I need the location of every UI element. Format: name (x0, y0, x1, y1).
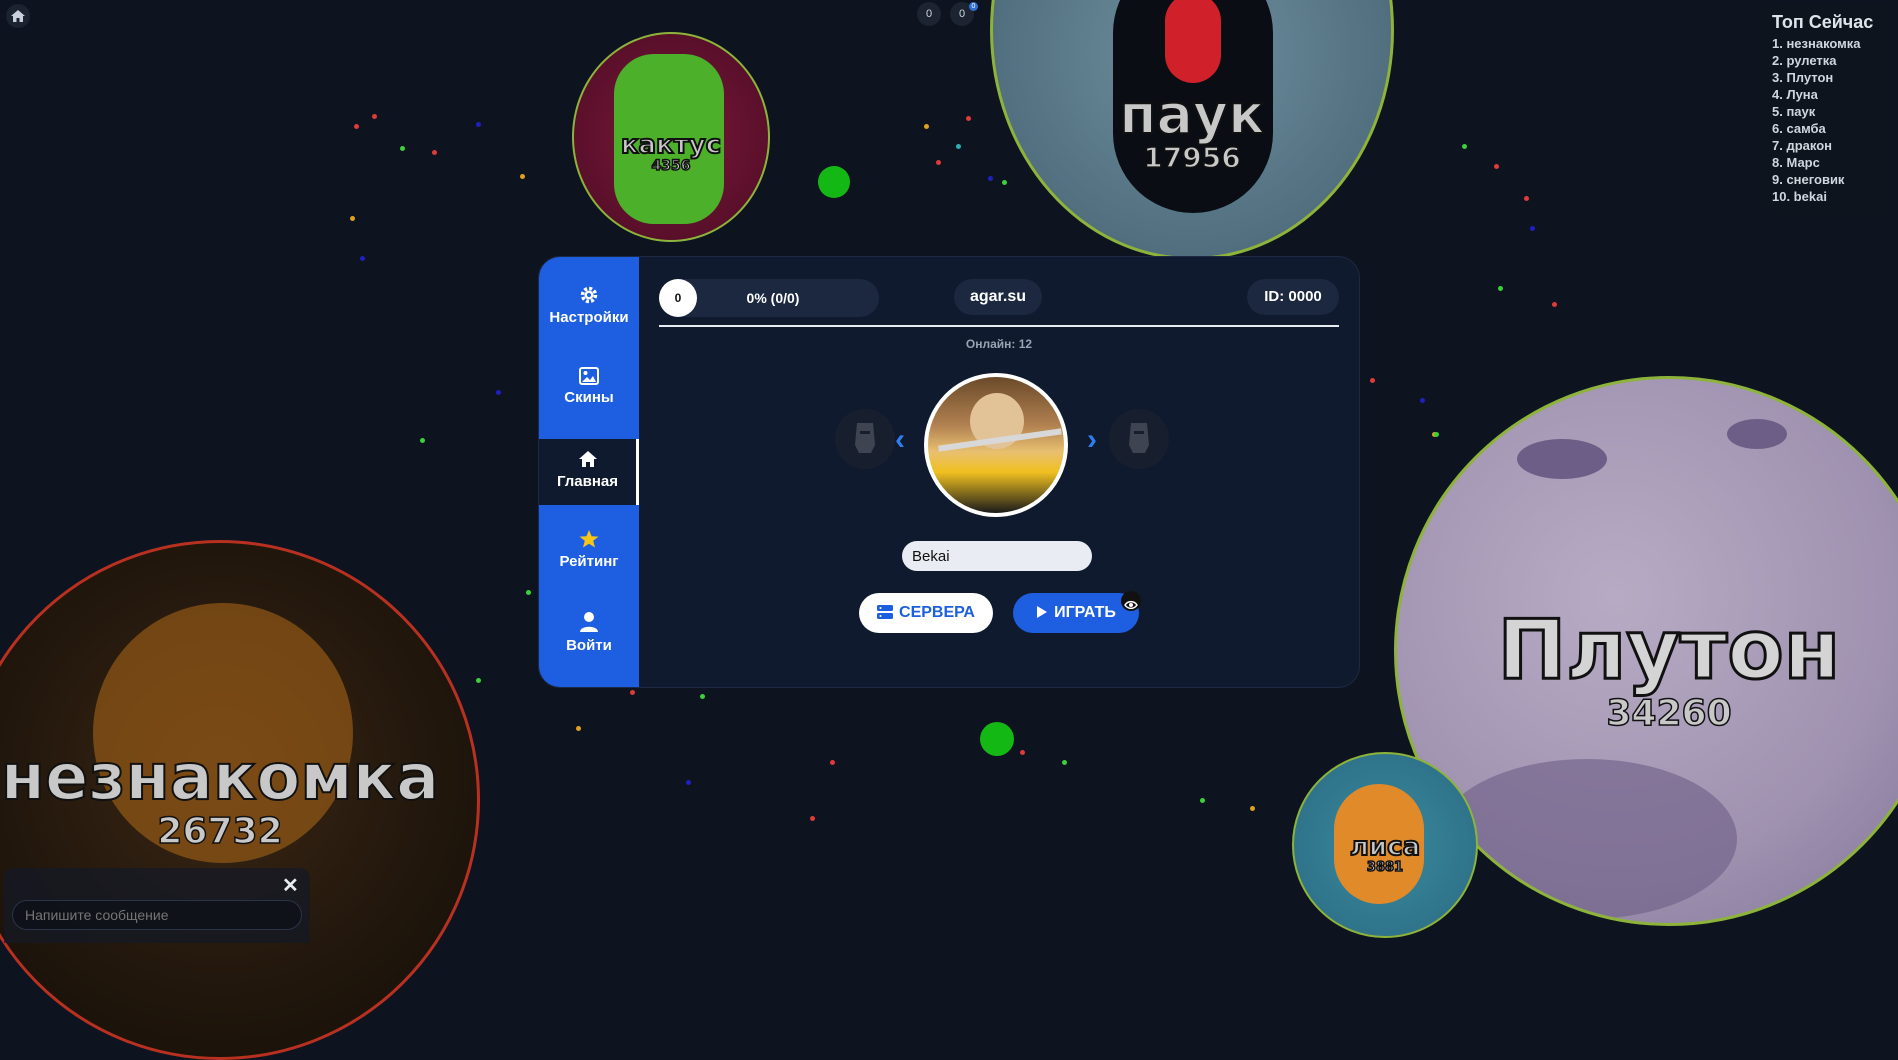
sidebar: Настройки Скины Главная Рейтинг Войти (539, 257, 639, 687)
knight-icon (855, 423, 875, 453)
sidebar-item-label: Войти (566, 637, 612, 654)
stat-counter: 0 (917, 2, 941, 26)
cell-fox: лиса 3881 (1292, 752, 1478, 938)
leaderboard-row: 4. Луна (1772, 87, 1818, 102)
chat-message-input[interactable] (12, 900, 302, 930)
eye-icon (1124, 600, 1138, 610)
sidebar-item-label: Скины (564, 389, 614, 406)
player-skin-avatar[interactable] (924, 373, 1068, 517)
leaderboard-row: 3. Плутон (1772, 70, 1834, 85)
stat-counter: 00 (950, 2, 978, 26)
leaderboard-row: 6. самба (1772, 121, 1826, 136)
home-icon (11, 10, 25, 22)
servers-button[interactable]: СЕРВЕРА (859, 593, 993, 633)
leaderboard-row: 10. bekai (1772, 189, 1827, 204)
cell-spider: паук 17956 (990, 0, 1394, 260)
stat-badge: 0 (969, 2, 978, 11)
knight-icon (1129, 423, 1149, 453)
online-count: Онлайн: 12 (965, 337, 1033, 351)
close-icon[interactable]: ✕ (282, 876, 299, 896)
leaderboard-row: 2. рулетка (1772, 53, 1837, 68)
leaderboard-row: 7. дракон (1772, 138, 1833, 153)
leaderboard-row: 5. паук (1772, 104, 1816, 119)
sidebar-item-label: Рейтинг (559, 553, 619, 570)
leaderboard-row: 1. незнакомка (1772, 36, 1861, 51)
servers-label: СЕРВЕРА (899, 604, 975, 621)
sidebar-item-label: Настройки (549, 309, 629, 326)
leaderboard-row: 8. Марс (1772, 155, 1820, 170)
sidebar-item-login[interactable]: Войти (539, 611, 639, 654)
sidebar-item-label: Главная (556, 473, 618, 490)
next-skin-arrow[interactable]: › (1087, 425, 1097, 455)
star-icon (579, 530, 599, 548)
home-button[interactable] (6, 4, 30, 28)
home-icon (578, 451, 597, 467)
leaderboard-row: 9. снеговик (1772, 172, 1845, 187)
site-name[interactable]: agar.su (954, 279, 1042, 315)
food-cell (818, 166, 850, 198)
server-icon (877, 605, 894, 619)
nickname-input[interactable] (902, 541, 1092, 571)
sidebar-item-home[interactable]: Главная (539, 439, 639, 505)
sidebar-item-rating[interactable]: Рейтинг (539, 529, 639, 570)
cell-stranger: незнакомка 26732 (0, 540, 480, 1060)
spectate-button[interactable] (1121, 591, 1141, 611)
chat-box: ✕ (4, 868, 310, 943)
user-icon (580, 612, 598, 632)
level-badge: 0 (659, 279, 697, 317)
image-icon (579, 367, 599, 385)
experience-progress: 0% (0/0) (746, 290, 800, 306)
food-cell (980, 722, 1014, 756)
sidebar-item-skins[interactable]: Скины (539, 367, 639, 406)
leaderboard: Топ Сейчас 1. незнакомка 2. рулетка 3. П… (1762, 4, 1892, 216)
prev-skin-arrow[interactable]: ‹ (895, 425, 905, 455)
gear-icon (580, 286, 598, 304)
play-icon (1037, 606, 1048, 618)
play-label: ИГРАТЬ (1054, 604, 1116, 621)
cell-cactus: кактус 4356 (572, 32, 770, 242)
next-skin-thumb[interactable] (1109, 409, 1169, 469)
divider (659, 325, 1339, 327)
main-menu-panel: Настройки Скины Главная Рейтинг Войти 0 … (538, 256, 1360, 688)
play-button[interactable]: ИГРАТЬ (1013, 591, 1141, 633)
player-id: ID: 0000 (1247, 279, 1339, 315)
experience-bar: 0 0% (0/0) (659, 279, 879, 317)
leaderboard-title: Топ Сейчас (1772, 12, 1874, 32)
prev-skin-thumb[interactable] (835, 409, 895, 469)
sidebar-item-settings[interactable]: Настройки (539, 285, 639, 326)
